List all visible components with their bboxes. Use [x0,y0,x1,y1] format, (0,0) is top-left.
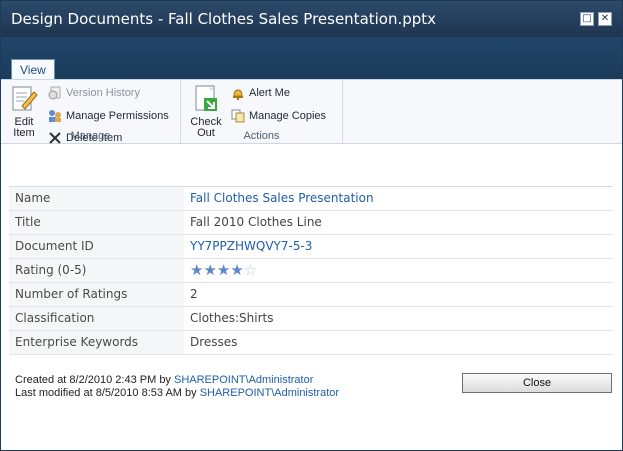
window-controls: □ ✕ [580,12,612,26]
permissions-icon [48,109,62,123]
title-bar: Design Documents - Fall Clothes Sales Pr… [1,1,622,37]
alert-me-label: Alert Me [249,87,290,99]
star-empty-icon[interactable]: ☆ [244,259,257,282]
property-row-number-of-ratings: Number of Ratings 2 [9,283,613,307]
tab-view[interactable]: View [11,59,55,79]
property-row-enterprise-keywords: Enterprise Keywords Dresses [9,331,613,355]
ribbon-group-manage: Edit Item Version History Manage Permiss… [1,80,181,144]
property-label: Name [9,187,184,210]
close-window-button[interactable]: ✕ [598,12,612,26]
star-filled-icon[interactable]: ★ [230,259,243,282]
property-label: Classification [9,307,184,330]
version-info: Created at 8/2/2010 2:43 PM by SHAREPOIN… [15,374,339,400]
version-history-label: Version History [66,87,140,99]
star-filled-icon[interactable]: ★ [217,259,230,282]
modified-text: Last modified at 8/5/2010 8:53 AM by [15,387,200,399]
edit-document-icon [10,84,38,114]
property-row-classification: Classification Clothes:Shirts [9,307,613,331]
group-label-actions: Actions [243,130,280,142]
document-id-link[interactable]: YY7PPZHWQVY7-5-3 [184,235,613,258]
property-row-rating: Rating (0-5) ★ ★ ★ ★ ☆ [9,259,613,283]
rating-control[interactable]: ★ ★ ★ ★ ☆ [184,259,613,282]
property-value: Clothes:Shirts [190,311,274,325]
alert-bell-icon [231,86,245,101]
property-label: Title [9,211,184,234]
property-row-document-id: Document ID YY7PPZHWQVY7-5-3 [9,235,613,259]
maximize-button[interactable]: □ [580,12,594,26]
window-title: Design Documents - Fall Clothes Sales Pr… [11,10,437,28]
star-filled-icon[interactable]: ★ [190,259,203,282]
alert-me-button[interactable]: Alert Me [231,86,290,101]
manage-copies-button[interactable]: Manage Copies [231,109,326,123]
version-history-button[interactable]: Version History [48,86,140,100]
property-row-name: Name Fall Clothes Sales Presentation [9,187,613,211]
property-label: Document ID [9,235,184,258]
check-out-icon [192,84,220,114]
property-value: 2 [190,287,198,301]
group-label-manage: Manage [70,130,111,142]
manage-copies-label: Manage Copies [249,110,327,122]
property-label: Rating (0-5) [9,259,184,282]
created-by-link[interactable]: SHAREPOINT\Administrator [174,374,313,386]
ribbon: Edit Item Version History Manage Permiss… [1,79,622,144]
ribbon-group-actions: Check Out Alert Me Manage Copies Actions [181,80,343,143]
manage-permissions-label: Manage Permissions [66,110,169,122]
property-label: Enterprise Keywords [9,331,184,354]
modified-line: Last modified at 8/5/2010 8:53 AM by SHA… [15,387,339,400]
property-label: Number of Ratings [9,283,184,306]
created-text: Created at 8/2/2010 2:43 PM by [15,374,174,386]
rating-stars[interactable]: ★ ★ ★ ★ ☆ [190,259,613,282]
property-value: Dresses [190,335,238,349]
created-line: Created at 8/2/2010 2:43 PM by SHAREPOIN… [15,374,339,387]
close-button[interactable]: Close [462,373,612,393]
copies-icon [231,109,245,123]
dialog-window: Design Documents - Fall Clothes Sales Pr… [0,0,623,451]
properties-table: Name Fall Clothes Sales Presentation Tit… [9,186,613,355]
property-row-title: Title Fall 2010 Clothes Line [9,211,613,235]
property-value: Fall 2010 Clothes Line [190,215,322,229]
star-filled-icon[interactable]: ★ [203,259,216,282]
modified-by-link[interactable]: SHAREPOINT\Administrator [200,387,339,399]
manage-permissions-button[interactable]: Manage Permissions [48,109,169,123]
name-link[interactable]: Fall Clothes Sales Presentation [184,187,613,210]
ribbon-tab-row: View [1,37,622,79]
version-history-icon [48,86,62,100]
